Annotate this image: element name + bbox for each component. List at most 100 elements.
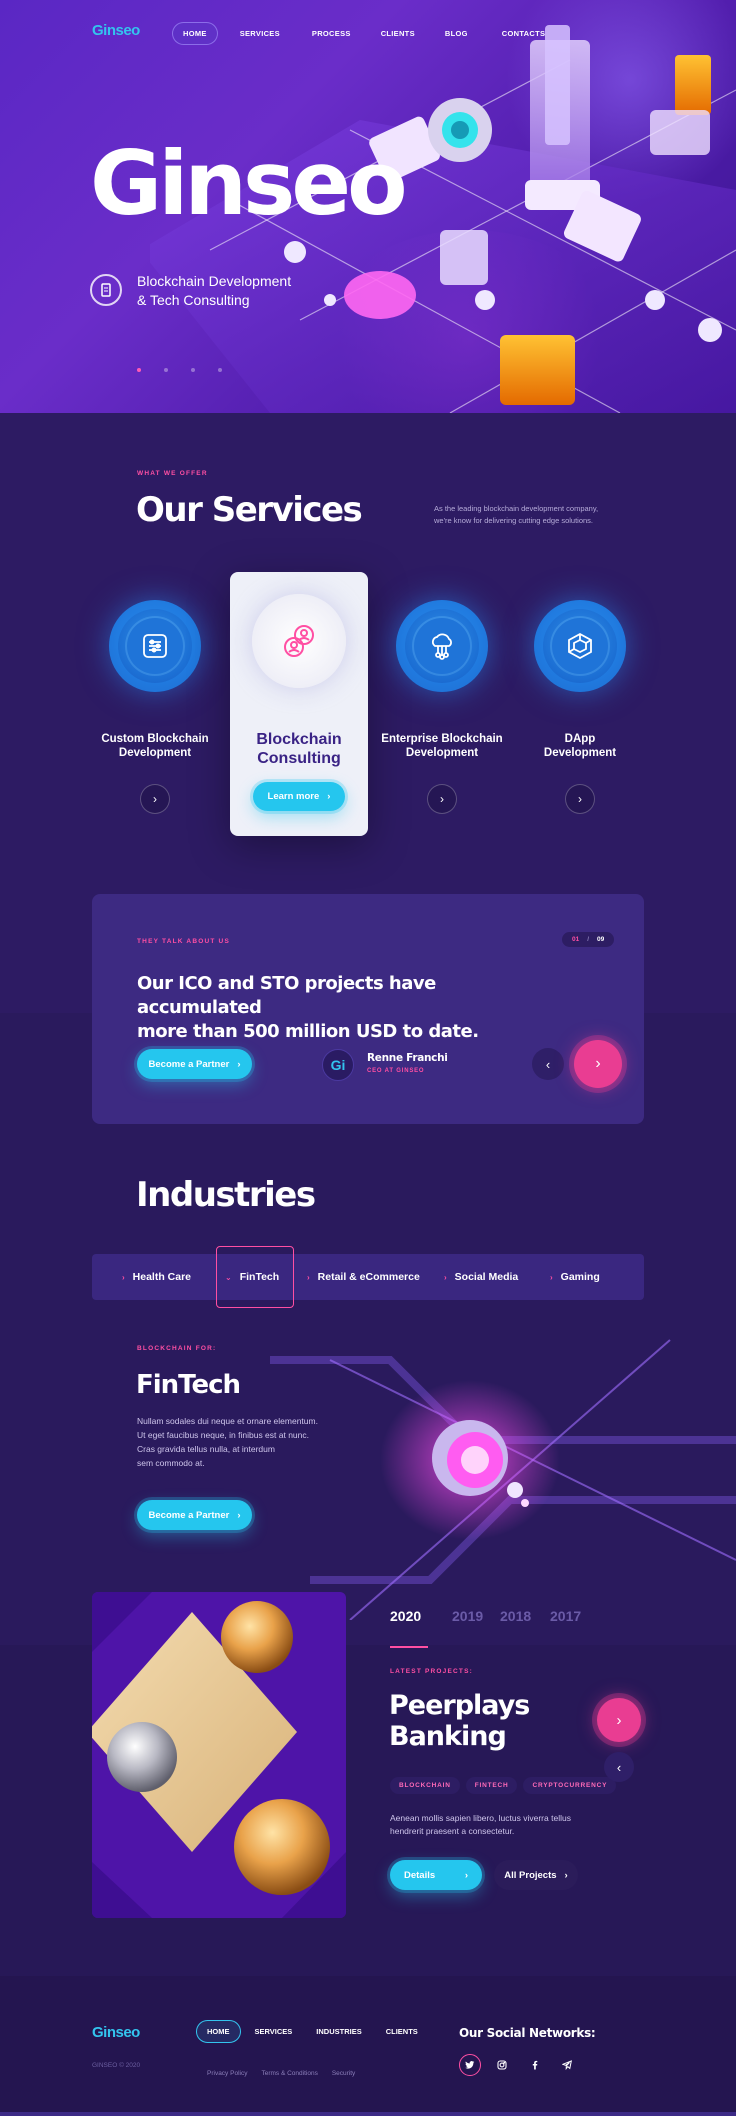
tab-label: Retail & eCommerce: [317, 1271, 420, 1283]
service-arrow-button[interactable]: ›: [140, 784, 170, 814]
footer-links: Privacy Policy Terms & Conditions Security: [207, 2062, 369, 2080]
chevron-left-icon: ‹: [616, 1759, 622, 1775]
chevron-right-icon: ›: [444, 1272, 447, 1282]
counter-current: 01: [572, 936, 580, 943]
chevron-right-icon: ›: [464, 1869, 468, 1881]
nav-home[interactable]: HOME: [172, 22, 218, 45]
year-tab-2020[interactable]: 2020: [390, 1608, 421, 1624]
facebook-icon[interactable]: [524, 2054, 546, 2076]
service-card-active[interactable]: Blockchain Consulting Learn more ›: [230, 572, 368, 836]
service-icon-circle: [396, 600, 488, 692]
tab-health-care[interactable]: › Health Care: [122, 1254, 191, 1300]
hero-subtitle: Blockchain Development & Tech Consulting: [137, 272, 291, 310]
prev-project-button[interactable]: ‹: [604, 1752, 634, 1782]
details-button[interactable]: Details ›: [390, 1860, 482, 1890]
terms-link[interactable]: Terms & Conditions: [261, 2070, 317, 2077]
all-projects-label: All Projects: [504, 1869, 557, 1881]
chevron-right-icon: ›: [550, 1272, 553, 1282]
footer-nav: HOME SERVICES INDUSTRIES CLIENTS: [196, 2020, 428, 2043]
chevron-right-icon: ›: [616, 1711, 622, 1729]
nav-blog[interactable]: BLOG: [435, 23, 478, 44]
prev-testimonial-button[interactable]: ‹: [532, 1048, 564, 1080]
logo[interactable]: Ginseo: [92, 22, 140, 39]
year-tab-2017[interactable]: 2017: [550, 1608, 581, 1624]
service-card-title-line: Consulting: [257, 750, 341, 767]
year-tab-2019[interactable]: 2019: [452, 1608, 483, 1624]
all-projects-button[interactable]: All Projects ›: [494, 1860, 578, 1890]
become-partner-label: Become a Partner: [148, 1058, 230, 1070]
twitter-icon[interactable]: [459, 2054, 481, 2076]
nav-services[interactable]: SERVICES: [230, 23, 290, 44]
privacy-policy-link[interactable]: Privacy Policy: [207, 2070, 247, 2077]
project-title: Peerplays Banking: [389, 1690, 530, 1752]
footer-logo[interactable]: Ginseo: [92, 2024, 140, 2041]
cloud-network-icon: [414, 618, 470, 674]
author-initials: Gi: [330, 1057, 346, 1073]
chevron-right-icon: ›: [595, 1055, 601, 1072]
testimonial-quote: Our ICO and STO projects have accumulate…: [137, 972, 557, 1044]
security-link[interactable]: Security: [332, 2070, 355, 2077]
chevron-right-icon: ›: [237, 1058, 241, 1070]
quote-line: Our ICO and STO projects have accumulate…: [137, 973, 436, 1018]
service-label-line: Development: [405, 747, 479, 759]
chip-cryptocurrency[interactable]: CRYPTOCURRENCY: [523, 1777, 617, 1794]
description-line: sem commodo at.: [137, 1458, 205, 1468]
footer-nav-clients[interactable]: CLIENTS: [376, 2021, 428, 2042]
chip-blockchain[interactable]: BLOCKCHAIN: [390, 1777, 460, 1794]
become-partner-label: Become a Partner: [148, 1509, 230, 1521]
nav-process[interactable]: PROCESS: [302, 23, 361, 44]
slider-dot[interactable]: [164, 368, 168, 372]
chevron-right-icon: ›: [564, 1869, 568, 1881]
nav-contacts[interactable]: CONTACTS: [492, 23, 556, 44]
service-label: Enterprise Blockchain Development: [372, 732, 512, 760]
slider-dot[interactable]: [191, 368, 195, 372]
service-arrow-button[interactable]: ›: [427, 784, 457, 814]
slider-dot[interactable]: [137, 368, 141, 372]
project-chips: BLOCKCHAIN FINTECH CRYPTOCURRENCY: [390, 1774, 622, 1794]
nav-clients[interactable]: CLIENTS: [371, 23, 425, 44]
footer-nav-services[interactable]: SERVICES: [245, 2021, 303, 2042]
instagram-icon[interactable]: [491, 2054, 513, 2076]
next-project-button[interactable]: ›: [597, 1698, 641, 1742]
tab-retail[interactable]: › Retail & eCommerce: [307, 1254, 420, 1300]
footer-logo-text: Ginseo: [92, 2024, 140, 2041]
chevron-right-icon: ›: [578, 792, 582, 806]
footer: Ginseo HOME SERVICES INDUSTRIES CLIENTS …: [0, 1976, 736, 2116]
testimonial-card: THEY TALK ABOUT US 01 / 09 Our ICO and S…: [92, 894, 644, 1124]
fintech-title: FinTech: [136, 1370, 241, 1400]
fintech-description: Nullam sodales dui neque et ornare eleme…: [137, 1414, 318, 1470]
next-testimonial-button[interactable]: ›: [574, 1040, 622, 1088]
service-label-line: Custom Blockchain: [101, 733, 209, 745]
service-arrow-button[interactable]: ›: [565, 784, 595, 814]
tab-gaming[interactable]: › Gaming: [550, 1254, 600, 1300]
slider-dot[interactable]: [218, 368, 222, 372]
telegram-icon[interactable]: [556, 2054, 578, 2076]
year-tab-2018[interactable]: 2018: [500, 1608, 531, 1624]
services-desc-line1: As the leading blockchain development co…: [434, 504, 599, 513]
learn-more-button[interactable]: Learn more ›: [253, 782, 345, 811]
description-line: Ut eget faucibus neque, in finibus est a…: [137, 1430, 310, 1440]
become-partner-button[interactable]: Become a Partner ›: [137, 1049, 252, 1079]
counter-separator: /: [587, 936, 590, 943]
industries-tabs: › Health Care ⌄ FinTech › Retail & eComm…: [92, 1254, 644, 1300]
project-description: Aenean mollis sapien libero, luctus vive…: [390, 1812, 571, 1838]
services-desc-line2: we're know for delivering cutting edge s…: [434, 516, 594, 525]
tab-social-media[interactable]: › Social Media: [444, 1254, 518, 1300]
service-card-title: Blockchain Consulting: [230, 730, 368, 768]
slider-dots: [137, 359, 245, 377]
author-name: Renne Franchi: [367, 1052, 448, 1064]
description-line: Nullam sodales dui neque et ornare eleme…: [137, 1416, 318, 1426]
footer-nav-home[interactable]: HOME: [196, 2020, 241, 2043]
testimonial-counter: 01 / 09: [562, 932, 615, 947]
services-description: As the leading blockchain development co…: [434, 503, 598, 527]
sliders-icon: [127, 618, 183, 674]
social-title: Our Social Networks:: [459, 2026, 596, 2040]
testimonial-tag: THEY TALK ABOUT US: [137, 938, 230, 945]
chip-fintech[interactable]: FINTECH: [465, 1777, 518, 1794]
footer-nav-industries[interactable]: INDUSTRIES: [306, 2021, 371, 2042]
become-partner-button[interactable]: Become a Partner ›: [137, 1500, 252, 1530]
counter-total: 09: [597, 936, 605, 943]
projects-tag: LATEST PROJECTS:: [390, 1668, 474, 1675]
chevron-right-icon: ›: [153, 792, 157, 806]
industries-title: Industries: [136, 1175, 316, 1215]
